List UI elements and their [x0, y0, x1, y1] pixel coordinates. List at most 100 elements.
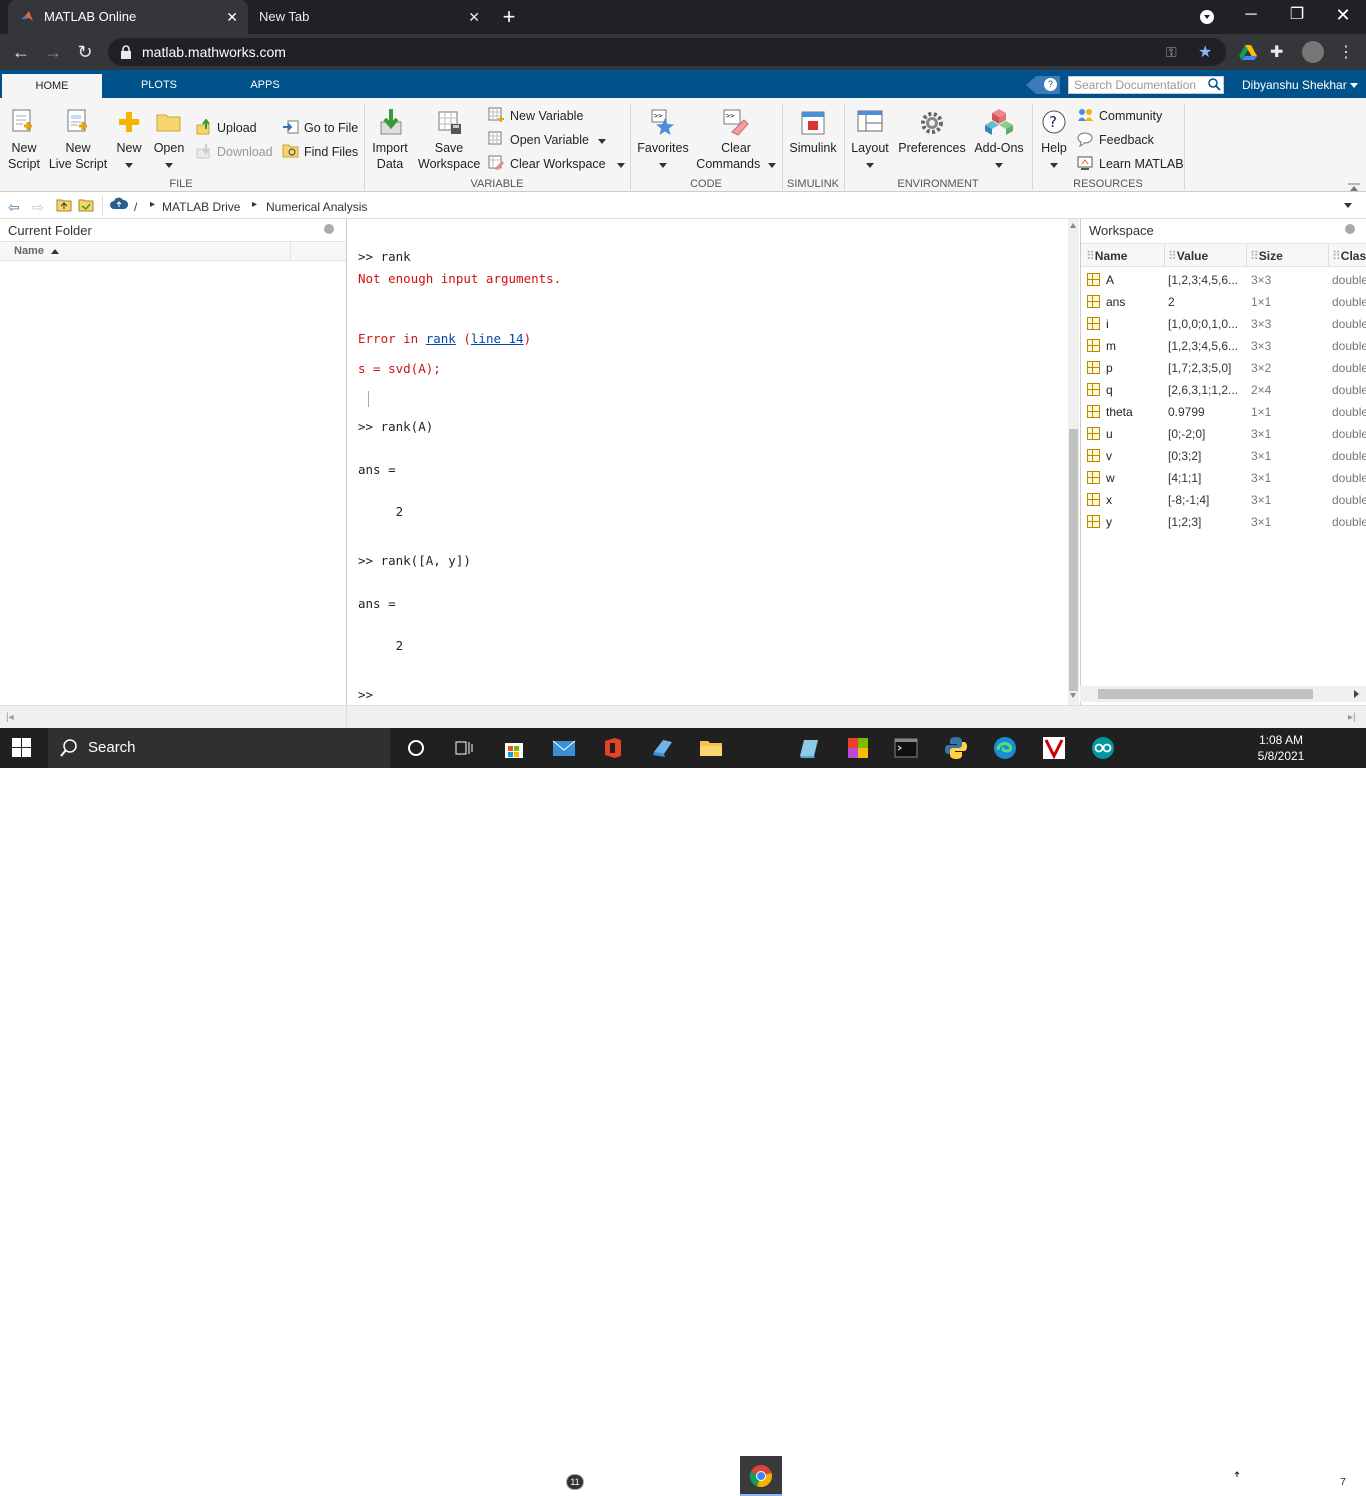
- layout-button[interactable]: Layout: [848, 140, 892, 172]
- preferences-button[interactable]: Preferences: [898, 140, 966, 156]
- forward-arrow-icon[interactable]: →: [42, 41, 64, 63]
- new-live-script-button[interactable]: New Live Script: [48, 140, 108, 172]
- tab-apps[interactable]: APPS: [226, 76, 304, 98]
- matlab-drive-cloud-icon[interactable]: [110, 197, 129, 214]
- add-ons-button[interactable]: Add-Ons: [970, 140, 1028, 172]
- favorites-button[interactable]: Favorites: [636, 140, 690, 172]
- onedrive-cloud-icon[interactable]: [1204, 1468, 1222, 1483]
- workspace-row-q[interactable]: q [2,6,3,1;1,2... 2×4 double: [1081, 379, 1366, 401]
- new-variable-button[interactable]: New Variable: [510, 108, 583, 124]
- workspace-row-ans[interactable]: ans 2 1×1 double: [1081, 291, 1366, 313]
- workspace-row-x[interactable]: x [-8;-1;4] 3×1 double: [1081, 489, 1366, 511]
- find-files-button[interactable]: Find Files: [304, 144, 358, 160]
- scroll-up-icon[interactable]: [1070, 223, 1076, 228]
- workspace-horizontal-scrollbar[interactable]: [1080, 686, 1366, 702]
- workspace-row-p[interactable]: p [1,7;2,3;5,0] 3×2 double: [1081, 357, 1366, 379]
- path-root[interactable]: /: [134, 200, 137, 214]
- drive-extension-icon[interactable]: [1238, 42, 1258, 62]
- go-to-file-button[interactable]: Go to File: [304, 120, 358, 136]
- restore-icon[interactable]: ❐: [1274, 0, 1320, 34]
- help-button[interactable]: Help: [1036, 140, 1072, 172]
- workspace-row-i[interactable]: i [1,0,0;0,1,0... 3×3 double: [1081, 313, 1366, 335]
- panel-menu-icon[interactable]: [1345, 224, 1355, 234]
- notes-app-icon[interactable]: [796, 736, 820, 760]
- feedback-link[interactable]: Feedback: [1099, 132, 1154, 148]
- back-arrow-icon[interactable]: ←: [10, 41, 32, 63]
- upload-button[interactable]: Upload: [217, 120, 257, 136]
- wifi-icon[interactable]: ◜: [1182, 1466, 1187, 1483]
- file-explorer-icon[interactable]: [699, 736, 723, 760]
- scrollbar-thumb[interactable]: [1098, 689, 1313, 699]
- tab-plots[interactable]: PLOTS: [120, 76, 198, 98]
- reload-icon[interactable]: ↻: [74, 41, 96, 63]
- column-name[interactable]: Name: [14, 245, 44, 257]
- omnibox[interactable]: matlab.mathworks.com ⚿ ★: [108, 38, 1226, 66]
- cloud-upload-icon[interactable]: [1228, 1466, 1246, 1483]
- extensions-puzzle-icon[interactable]: ✚: [1270, 42, 1290, 62]
- workspace-row-y[interactable]: y [1;2;3] 3×1 double: [1081, 511, 1366, 533]
- workspace-row-m[interactable]: m [1,2,3;4,5,6... 3×3 double: [1081, 335, 1366, 357]
- arduino-icon[interactable]: [1091, 736, 1115, 760]
- profile-dropdown-icon[interactable]: [1184, 0, 1230, 34]
- python-icon[interactable]: [944, 736, 968, 760]
- collapse-ribbon-icon[interactable]: [1348, 180, 1360, 191]
- column-class[interactable]: ⠿Clas: [1332, 249, 1366, 263]
- scroll-right-end-icon[interactable]: ▸|: [1348, 712, 1356, 723]
- back-folder-icon[interactable]: ⇦: [8, 199, 20, 216]
- browser-tab-matlab[interactable]: MATLAB Online ✕: [8, 0, 248, 34]
- open-button[interactable]: Open: [150, 140, 188, 172]
- rank-link[interactable]: rank: [426, 331, 456, 346]
- scrollbar-thumb[interactable]: [1069, 429, 1078, 691]
- taskbar-search-box[interactable]: Search: [48, 728, 390, 768]
- close-tab-icon[interactable]: ✕: [468, 0, 480, 34]
- download-button[interactable]: Download: [217, 144, 273, 160]
- path-item-numerical-analysis[interactable]: Numerical Analysis: [266, 200, 367, 214]
- browse-folder-icon[interactable]: [78, 198, 94, 215]
- microsoft-store-icon[interactable]: [502, 736, 526, 760]
- path-history-chevron-icon[interactable]: [1344, 203, 1352, 208]
- workspace-row-w[interactable]: w [4;1;1] 3×1 double: [1081, 467, 1366, 489]
- command-prompt[interactable]: >>: [358, 687, 373, 702]
- workspace-row-theta[interactable]: theta 0.9799 1×1 double: [1081, 401, 1366, 423]
- edge-icon[interactable]: [993, 736, 1017, 760]
- cortana-icon[interactable]: [404, 736, 428, 760]
- browser-tab-new[interactable]: New Tab ✕: [250, 0, 490, 34]
- learn-matlab-link[interactable]: Learn MATLAB: [1099, 156, 1184, 172]
- workspace-row-u[interactable]: u [0;-2;0] 3×1 double: [1081, 423, 1366, 445]
- workspace-row-A[interactable]: A [1,2,3;4,5,6... 3×3 double: [1081, 269, 1366, 291]
- column-size[interactable]: ⠿Size: [1250, 249, 1283, 263]
- colorful-app-icon[interactable]: [846, 736, 870, 760]
- tab-home[interactable]: HOME: [2, 74, 102, 98]
- bookmark-star-icon[interactable]: ★: [1198, 42, 1212, 62]
- import-data-button[interactable]: Import Data: [368, 140, 412, 172]
- forward-folder-icon[interactable]: ⇨: [32, 199, 44, 216]
- user-name[interactable]: Dibyanshu Shekhar: [1242, 78, 1347, 92]
- search-documentation-input[interactable]: Search Documentation: [1068, 76, 1224, 94]
- open-variable-button[interactable]: Open Variable: [510, 132, 607, 148]
- vlc-like-icon[interactable]: [1042, 736, 1066, 760]
- user-menu-chevron-icon[interactable]: [1350, 83, 1358, 88]
- panel-menu-icon[interactable]: [324, 224, 334, 234]
- help-circle-icon[interactable]: ?: [1044, 78, 1057, 91]
- windows-start-icon[interactable]: [12, 738, 36, 762]
- chrome-taskbar-active[interactable]: [740, 1456, 782, 1496]
- avatar[interactable]: [1302, 41, 1324, 63]
- tray-overflow-chevron-icon[interactable]: ︿: [1158, 1468, 1170, 1485]
- office-icon[interactable]: [601, 736, 625, 760]
- new-button[interactable]: New: [112, 140, 146, 172]
- terminal-icon[interactable]: [894, 736, 918, 760]
- command-window[interactable]: >> rank Not enough input arguments. Erro…: [348, 219, 1079, 705]
- mail-icon[interactable]: [552, 736, 576, 760]
- community-link[interactable]: Community: [1099, 108, 1162, 124]
- simulink-button[interactable]: Simulink: [786, 140, 840, 156]
- command-window-scrollbar[interactable]: [1068, 219, 1079, 705]
- key-icon[interactable]: ⚿: [1166, 44, 1177, 61]
- close-window-icon[interactable]: ✕: [1320, 0, 1366, 34]
- column-name[interactable]: ⠿Name: [1086, 249, 1127, 263]
- chrome-menu-icon[interactable]: ⋮: [1336, 42, 1356, 62]
- new-script-button[interactable]: New Script: [4, 140, 44, 172]
- system-clock[interactable]: 1:08 AM 5/8/2021: [1252, 732, 1310, 764]
- minimize-icon[interactable]: ─: [1228, 0, 1274, 34]
- scroll-left-icon[interactable]: |◂: [6, 712, 14, 723]
- workspace-row-v[interactable]: v [0;3;2] 3×1 double: [1081, 445, 1366, 467]
